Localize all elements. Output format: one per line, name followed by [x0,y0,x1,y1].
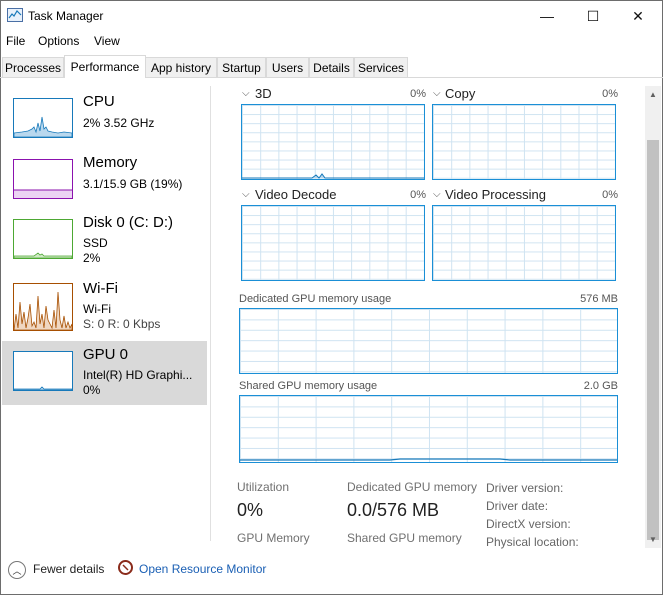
sidebar-memory-detail: 3.1/15.9 GB (19%) [83,177,183,191]
scrollbar-thumb[interactable] [647,140,659,540]
cpu-thumbnail [13,98,73,138]
memory-thumbnail [13,159,73,199]
task-manager-icon [7,8,23,22]
chevron-down-icon[interactable]: ⌵ [242,189,250,200]
sidebar-disk-type: SSD [83,236,108,250]
tab-processes[interactable]: Processes [2,57,64,77]
tab-app-history[interactable]: App history [145,57,217,77]
dedicated-memory-graph [239,308,618,374]
engine-video-decode-percent: 0% [410,189,426,201]
sidebar-item-disk[interactable]: Disk 0 (C: D:) SSD 2% [2,209,207,273]
pane-divider [210,86,211,541]
engine-video-decode-graph [241,205,425,281]
tab-services[interactable]: Services [354,57,408,77]
open-resource-monitor-link[interactable]: Open Resource Monitor [139,562,266,576]
utilization-label: Utilization [237,480,290,494]
engine-video-processing-percent: 0% [602,189,618,201]
driver-version-label: Driver version: [486,481,564,495]
sidebar-disk-name: Disk 0 (C: D:) [83,214,173,231]
close-button[interactable]: ✕ [615,0,661,32]
directx-version-label: DirectX version: [486,517,571,531]
window-title: Task Manager [28,9,104,23]
dedicated-gpu-memory-value: 0.0/576 MB [347,500,440,520]
dedicated-memory-max: 576 MB [580,293,618,305]
shared-memory-max: 2.0 GB [583,380,618,392]
shared-memory-label: Shared GPU memory usage [239,380,378,392]
dedicated-memory-label: Dedicated GPU memory usage [239,293,392,305]
sidebar-item-wifi[interactable]: Wi-Fi Wi-Fi S: 0 R: 0 Kbps [2,275,207,339]
minimize-button[interactable]: — [524,0,570,32]
chevron-up-icon[interactable]: ︿ [8,561,26,579]
shared-memory-graph [239,395,618,463]
chevron-down-icon[interactable]: ⌵ [242,88,250,99]
engine-3d-label: 3D [255,86,272,101]
menu-view[interactable]: View [94,34,120,48]
engine-video-processing-graph [432,205,616,281]
engine-3d-percent: 0% [410,88,426,100]
driver-date-label: Driver date: [486,499,549,513]
disk-thumbnail [13,219,73,259]
sidebar-gpu-usage: 0% [83,383,101,397]
scroll-up-icon[interactable]: ▲ [645,86,661,102]
tab-details[interactable]: Details [309,57,354,77]
chevron-down-icon[interactable]: ⌵ [433,189,441,200]
engine-video-processing-label: Video Processing [445,187,546,202]
sidebar-memory-name: Memory [83,154,138,171]
wifi-thumbnail [13,283,73,331]
engine-video-decode-label: Video Decode [255,187,337,202]
sidebar-item-cpu[interactable]: CPU 2% 3.52 GHz [2,88,207,152]
engine-copy-graph [432,104,616,180]
physical-location-label: Physical location: [486,535,579,549]
engine-copy-label: Copy [445,86,476,101]
sidebar-wifi-name: Wi-Fi [83,280,118,297]
fewer-details-button[interactable]: Fewer details [33,562,104,576]
engine-copy-percent: 0% [602,88,618,100]
gpu-memory-label: GPU Memory [237,531,310,545]
menu-file[interactable]: File [6,34,25,48]
menu-options[interactable]: Options [38,34,79,48]
sidebar-item-memory[interactable]: Memory 3.1/15.9 GB (19%) [2,149,207,213]
scroll-down-icon[interactable]: ▼ [645,531,661,547]
tab-performance[interactable]: Performance [64,55,146,78]
gpu-thumbnail [13,351,73,391]
sidebar-disk-usage: 2% [83,251,101,265]
maximize-button[interactable]: ☐ [570,0,616,32]
sidebar-cpu-detail: 2% 3.52 GHz [83,116,155,130]
dedicated-gpu-memory-label: Dedicated GPU memory [347,480,478,494]
sidebar-gpu-model: Intel(R) HD Graphi... [83,368,193,382]
chevron-down-icon[interactable]: ⌵ [433,88,441,99]
sidebar-gpu-name: GPU 0 [83,346,129,363]
sidebar-wifi-type: Wi-Fi [83,302,111,316]
shared-gpu-memory-label: Shared GPU memory [347,531,462,545]
sidebar-cpu-name: CPU [83,93,115,110]
tab-users[interactable]: Users [266,57,309,77]
sidebar-wifi-throughput: S: 0 R: 0 Kbps [83,317,161,331]
tab-startup[interactable]: Startup [217,57,266,77]
sidebar-item-gpu[interactable]: GPU 0 Intel(R) HD Graphi... 0% [2,341,207,405]
engine-3d-graph [241,104,425,180]
utilization-value: 0% [237,500,264,520]
resource-monitor-icon [118,560,133,575]
